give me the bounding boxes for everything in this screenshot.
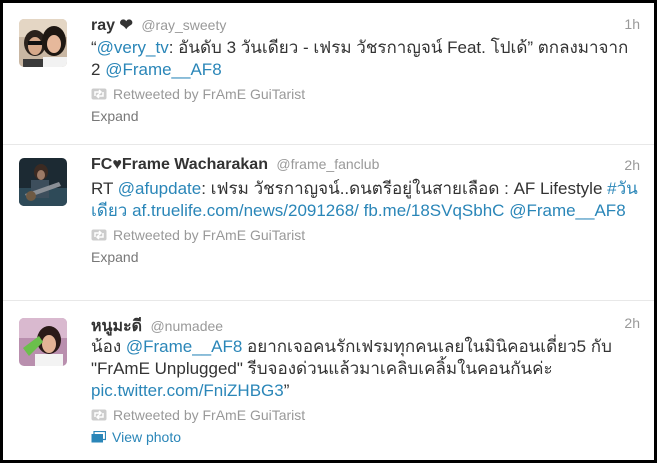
tweet-link[interactable]: @Frame__AF8 — [509, 201, 625, 220]
view-photo-label[interactable]: View photo — [112, 429, 181, 445]
user-handle[interactable]: @ray_sweety — [141, 17, 226, 33]
tweet-content: หนูมะดี @numadee 2h น้อง @Frame__AF8 อยา… — [91, 314, 640, 445]
avatar[interactable] — [19, 158, 67, 206]
user-name[interactable]: ray ❤ — [91, 17, 133, 34]
retweet-line: Retweeted by FrAmE GuiTarist — [91, 224, 640, 246]
tweet-content: FC♥Frame Wacharakan @frame_fanclub 2h RT… — [91, 156, 640, 265]
user-handle[interactable]: @numadee — [150, 318, 223, 334]
retweeted-by[interactable]: Retweeted by FrAmE GuiTarist — [113, 407, 305, 423]
tweet-time[interactable]: 2h — [624, 315, 640, 331]
avatar-image — [19, 318, 67, 366]
tweet-link[interactable]: fb.me/18SVqSbhC — [364, 201, 505, 220]
tweet-time[interactable]: 2h — [624, 157, 640, 173]
user-name[interactable]: หนูมะดี — [91, 318, 142, 335]
avatar-image — [19, 19, 67, 67]
tweet-text-segment: น้อง — [91, 337, 126, 356]
tweet-link[interactable]: @very_tv — [97, 38, 169, 57]
tweet-text: “@very_tv: อันดับ 3 วันเดียว - เฟรม วัชร… — [91, 37, 640, 81]
tweet-item[interactable]: FC♥Frame Wacharakan @frame_fanclub 2h RT… — [3, 144, 654, 301]
avatar-image — [19, 158, 67, 206]
expand-link[interactable]: Expand — [91, 249, 640, 265]
timeline: ray ❤ @ray_sweety 1h “@very_tv: อันดับ 3… — [3, 3, 654, 460]
retweeted-by[interactable]: Retweeted by FrAmE GuiTarist — [113, 86, 305, 102]
view-photo-link[interactable]: View photo — [91, 429, 640, 445]
tweet-text-segment: ” — [283, 381, 290, 400]
tweet-link[interactable]: @Frame__AF8 — [105, 60, 221, 79]
photo-icon — [91, 431, 106, 443]
user-handle[interactable]: @frame_fanclub — [276, 156, 379, 172]
retweet-icon — [91, 409, 107, 421]
tweet-content: ray ❤ @ray_sweety 1h “@very_tv: อันดับ 3… — [91, 15, 640, 124]
retweeted-by[interactable]: Retweeted by FrAmE GuiTarist — [113, 227, 305, 243]
retweet-line: Retweeted by FrAmE GuiTarist — [91, 83, 640, 105]
retweet-line: Retweeted by FrAmE GuiTarist — [91, 404, 640, 426]
tweet-header: FC♥Frame Wacharakan @frame_fanclub 2h — [91, 156, 640, 178]
retweet-icon — [91, 88, 107, 100]
expand-link[interactable]: Expand — [91, 108, 640, 124]
tweet-text-segment: RT — [91, 179, 118, 198]
avatar[interactable] — [19, 19, 67, 67]
user-name[interactable]: FC♥Frame Wacharakan — [91, 156, 268, 173]
tweet-time[interactable]: 1h — [624, 16, 640, 32]
tweet-text: RT @afupdate: เฟรม วัชรกาญจน์..ดนตรีอยู่… — [91, 178, 640, 222]
avatar[interactable] — [19, 318, 67, 366]
retweet-icon — [91, 229, 107, 241]
tweet-text: น้อง @Frame__AF8 อยากเจอคนรักเฟรมทุกคนเล… — [91, 336, 640, 402]
tweet-text-segment: : เฟรม วัชรกาญจน์..ดนตรีอยู่ในสายเลือด :… — [201, 179, 608, 198]
tweet-item[interactable]: ray ❤ @ray_sweety 1h “@very_tv: อันดับ 3… — [3, 3, 654, 145]
tweet-link[interactable]: pic.twitter.com/FniZHBG3 — [91, 381, 284, 400]
tweet-header: หนูมะดี @numadee 2h — [91, 314, 640, 336]
tweet-header: ray ❤ @ray_sweety 1h — [91, 15, 640, 37]
tweet-link[interactable]: @Frame__AF8 — [126, 337, 242, 356]
tweet-link[interactable]: af.truelife.com/news/2091268/ — [132, 201, 359, 220]
tweet-item[interactable]: หนูมะดี @numadee 2h น้อง @Frame__AF8 อยา… — [3, 300, 654, 460]
tweet-link[interactable]: @afupdate — [118, 179, 201, 198]
